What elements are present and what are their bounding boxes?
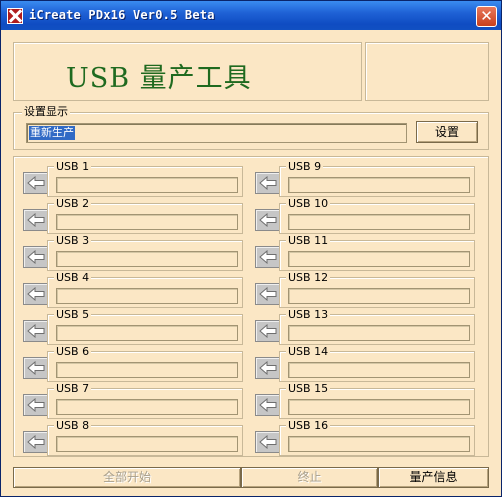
close-button[interactable]: ✕ (476, 6, 497, 27)
usb-port-label: USB 3 (54, 234, 92, 247)
usb-port-label: USB 13 (286, 308, 331, 321)
usb-port-item: USB 11 (255, 235, 476, 271)
settings-button[interactable]: 设置 (416, 121, 478, 143)
window-title: iCreate PDx16 Ver0.5 Beta (29, 8, 215, 22)
info-panel (365, 42, 489, 101)
usb-port-item: USB 4 (23, 272, 244, 308)
usb-port-frame: USB 2 (47, 198, 243, 234)
usb-port-item: USB 10 (255, 198, 476, 234)
usb-port-frame: USB 4 (47, 272, 243, 308)
usb-port-frame: USB 13 (279, 309, 475, 345)
usb-port-progress (288, 325, 470, 341)
usb-port-frame: USB 1 (47, 161, 243, 197)
left-arrow-icon[interactable] (23, 283, 48, 305)
usb-port-label: USB 5 (54, 308, 92, 321)
usb-port-label: USB 1 (54, 160, 92, 173)
left-arrow-icon[interactable] (255, 172, 280, 194)
usb-port-frame: USB 16 (279, 420, 475, 456)
usb-port-label: USB 6 (54, 345, 92, 358)
usb-port-label: USB 9 (286, 160, 324, 173)
production-info-button[interactable]: 量产信息 (378, 467, 489, 488)
usb-port-item: USB 5 (23, 309, 244, 345)
settings-input-value: 重新生产 (29, 126, 75, 140)
usb-port-progress (56, 214, 238, 230)
usb-port-progress (288, 214, 470, 230)
stop-button[interactable]: 终止 (241, 467, 378, 488)
usb-port-progress (288, 436, 470, 452)
usb-port-progress (288, 362, 470, 378)
usb-port-item: USB 6 (23, 346, 244, 382)
settings-group-label: 设置显示 (22, 105, 70, 118)
usb-port-label: USB 2 (54, 197, 92, 210)
usb-port-item: USB 3 (23, 235, 244, 271)
settings-group: 设置显示 重新生产 设置 (13, 106, 489, 150)
usb-port-progress (288, 251, 470, 267)
main-window: iCreate PDx16 Ver0.5 Beta ✕ USB 量产工具 设置显… (0, 0, 502, 497)
left-arrow-icon[interactable] (23, 209, 48, 231)
title-bar[interactable]: iCreate PDx16 Ver0.5 Beta ✕ (1, 1, 501, 30)
usb-port-label: USB 4 (54, 271, 92, 284)
usb-port-area: USB 1 USB 2 USB 3 USB 4 USB 5 USB 6 USB 7 USB 8… (13, 156, 489, 457)
usb-port-progress (56, 325, 238, 341)
usb-port-frame: USB 15 (279, 383, 475, 419)
left-arrow-icon[interactable] (255, 357, 280, 379)
usb-port-label: USB 11 (286, 234, 331, 247)
usb-port-item: USB 13 (255, 309, 476, 345)
app-icon (7, 8, 23, 24)
usb-port-progress (56, 177, 238, 193)
usb-port-label: USB 16 (286, 419, 331, 432)
settings-input[interactable]: 重新生产 (26, 123, 407, 143)
usb-port-item: USB 2 (23, 198, 244, 234)
usb-port-progress (288, 399, 470, 415)
usb-port-item: USB 15 (255, 383, 476, 419)
usb-port-item: USB 8 (23, 420, 244, 456)
left-arrow-icon[interactable] (23, 394, 48, 416)
left-arrow-icon[interactable] (255, 431, 280, 453)
left-arrow-icon[interactable] (23, 431, 48, 453)
usb-port-item: USB 14 (255, 346, 476, 382)
usb-port-progress (56, 288, 238, 304)
usb-port-frame: USB 14 (279, 346, 475, 382)
usb-port-frame: USB 6 (47, 346, 243, 382)
logo-title: USB 量产工具 (66, 63, 252, 94)
usb-port-progress (288, 177, 470, 193)
left-arrow-icon[interactable] (23, 357, 48, 379)
left-arrow-icon[interactable] (255, 394, 280, 416)
usb-port-item: USB 16 (255, 420, 476, 456)
usb-port-frame: USB 7 (47, 383, 243, 419)
left-arrow-icon[interactable] (23, 246, 48, 268)
usb-port-label: USB 14 (286, 345, 331, 358)
usb-port-progress (288, 288, 470, 304)
left-arrow-icon[interactable] (255, 246, 280, 268)
usb-port-item: USB 12 (255, 272, 476, 308)
left-arrow-icon[interactable] (255, 209, 280, 231)
usb-port-progress (56, 251, 238, 267)
usb-port-label: USB 8 (54, 419, 92, 432)
logo-panel: USB 量产工具 (13, 42, 362, 101)
usb-port-label: USB 7 (54, 382, 92, 395)
usb-port-item: USB 7 (23, 383, 244, 419)
usb-port-label: USB 15 (286, 382, 331, 395)
usb-port-frame: USB 9 (279, 161, 475, 197)
usb-port-item: USB 9 (255, 161, 476, 197)
left-arrow-icon[interactable] (23, 320, 48, 342)
usb-port-label: USB 12 (286, 271, 331, 284)
left-arrow-icon[interactable] (255, 283, 280, 305)
usb-port-label: USB 10 (286, 197, 331, 210)
usb-port-progress (56, 436, 238, 452)
start-all-button[interactable]: 全部开始 (13, 467, 241, 488)
left-arrow-icon[interactable] (255, 320, 280, 342)
usb-port-frame: USB 8 (47, 420, 243, 456)
usb-port-frame: USB 12 (279, 272, 475, 308)
usb-port-frame: USB 5 (47, 309, 243, 345)
usb-port-item: USB 1 (23, 161, 244, 197)
left-arrow-icon[interactable] (23, 172, 48, 194)
usb-port-progress (56, 399, 238, 415)
usb-port-progress (56, 362, 238, 378)
usb-port-frame: USB 3 (47, 235, 243, 271)
usb-port-frame: USB 10 (279, 198, 475, 234)
usb-port-frame: USB 11 (279, 235, 475, 271)
